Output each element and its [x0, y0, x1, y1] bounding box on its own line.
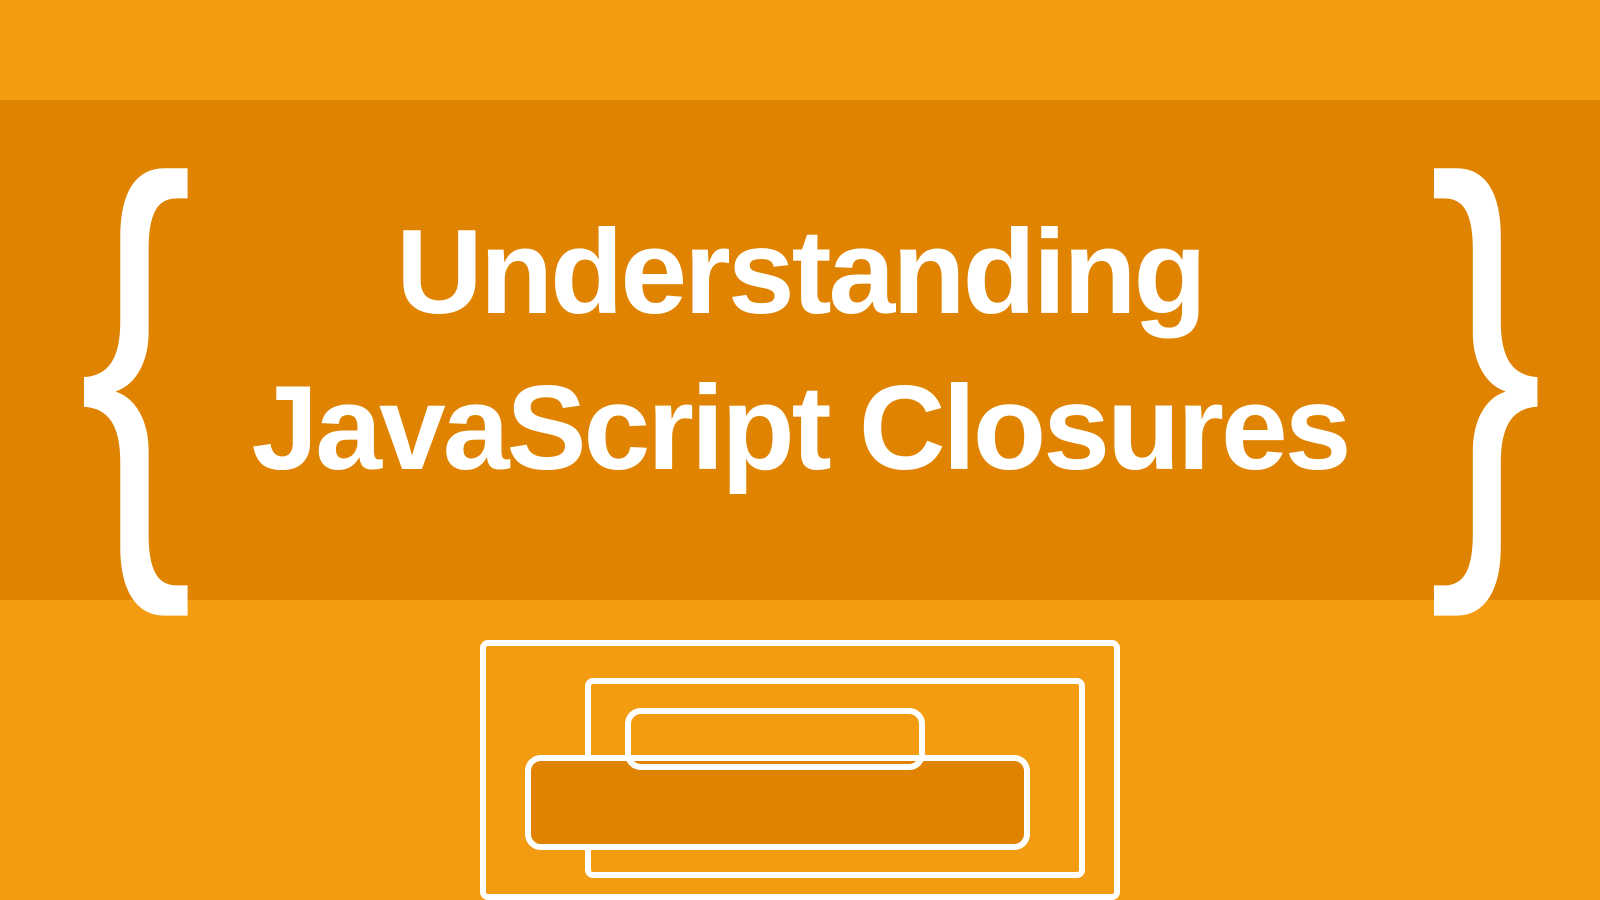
nested-scope-diagram: [480, 640, 1120, 874]
scope-box-inner: [625, 708, 925, 770]
slide-title-line-2: JavaScript Closures: [252, 361, 1349, 495]
title-band: { Understanding JavaScript Closures }: [0, 100, 1600, 600]
right-brace-icon: }: [1428, 170, 1522, 530]
slide-title-line-1: Understanding: [396, 205, 1204, 339]
slide-title: Understanding JavaScript Closures: [150, 194, 1449, 506]
left-brace-icon: {: [78, 170, 172, 530]
